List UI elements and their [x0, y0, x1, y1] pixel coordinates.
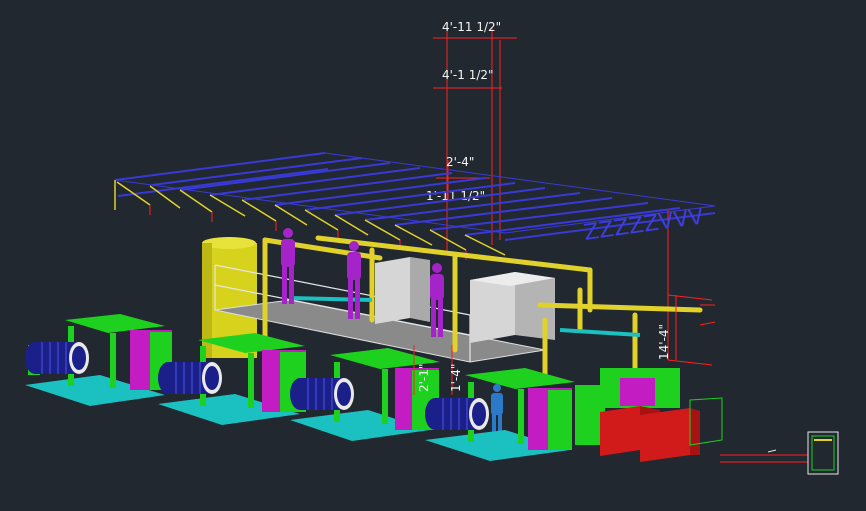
person-figure-4 — [491, 384, 503, 436]
dim-label-vertical: 14'-4" — [657, 324, 671, 360]
dim-label-top: 4'-11 1/2" — [442, 20, 501, 34]
person-figure-1 — [281, 228, 295, 304]
dim-label-third: 2'-4" — [446, 155, 474, 169]
person-figure-2 — [347, 241, 361, 319]
control-cabinet-1 — [375, 257, 430, 324]
pump-motor-4 — [425, 398, 489, 430]
isometric-model: 4'-11 1/2" 4'-1 1/2" 2'-4" 1'-11 1/2" ZZ… — [25, 20, 839, 475]
equipment-red-box-2 — [640, 408, 700, 462]
tray-tag-text: ZZZZZVVV — [582, 204, 705, 246]
pump-motor-2 — [158, 362, 222, 394]
dim-label-small-1: 2'-1" — [417, 364, 431, 392]
outline-detail — [689, 397, 839, 475]
person-figure-3 — [430, 263, 444, 337]
pump-motor-3 — [290, 378, 354, 410]
dim-label-second: 4'-1 1/2" — [442, 68, 494, 82]
dim-label-small-2: 1'-4" — [449, 364, 463, 392]
cad-viewport[interactable]: 4'-11 1/2" 4'-1 1/2" 2'-4" 1'-11 1/2" ZZ… — [0, 0, 866, 511]
pump-motor-1 — [25, 342, 89, 374]
